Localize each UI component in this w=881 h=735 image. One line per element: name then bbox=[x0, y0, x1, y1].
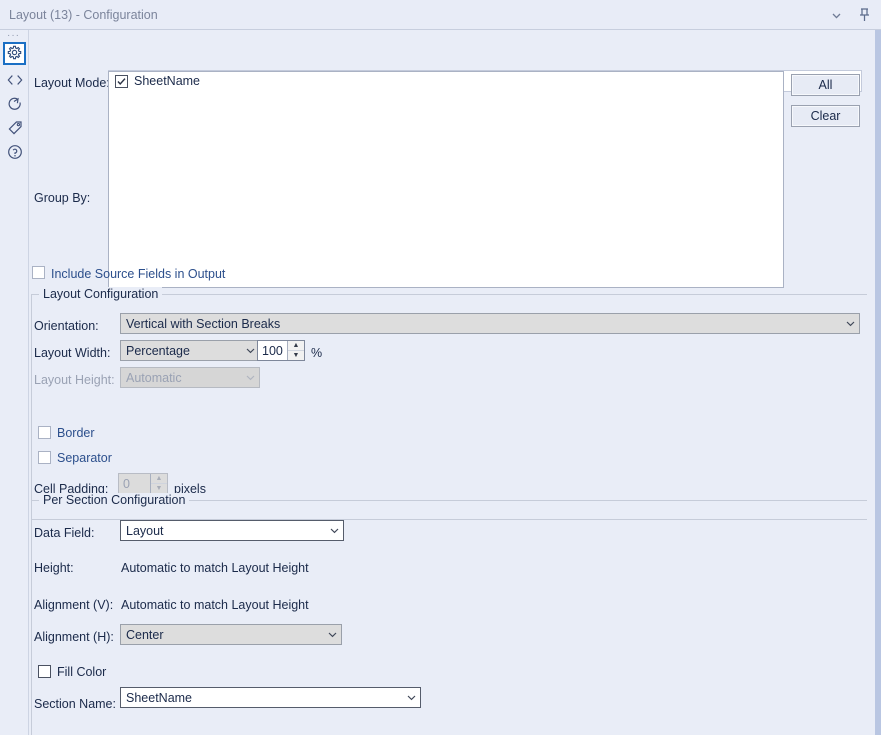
section-name-value: SheetName bbox=[121, 691, 402, 705]
code-icon bbox=[7, 73, 23, 90]
gear-icon bbox=[7, 45, 22, 63]
layout-configuration-title: Layout Configuration bbox=[39, 287, 162, 301]
rail-item-xml-view[interactable] bbox=[3, 70, 26, 93]
layout-height-dropdown: Automatic bbox=[120, 367, 260, 388]
refresh-icon bbox=[7, 96, 23, 115]
alignment-h-dropdown[interactable]: Center bbox=[120, 624, 342, 645]
page-title: Layout (13) - Configuration bbox=[9, 8, 158, 22]
group-left-rule bbox=[31, 294, 32, 520]
tag-icon bbox=[7, 120, 23, 139]
fill-color-checkbox[interactable] bbox=[38, 665, 51, 678]
configuration-panel: Layout Mode: Each Group Of Records Group… bbox=[29, 30, 875, 735]
include-source-fields-label: Include Source Fields in Output bbox=[51, 267, 225, 281]
stepper-up-icon[interactable]: ▲ bbox=[288, 341, 304, 351]
layout-height-label: Layout Height: bbox=[34, 373, 115, 387]
separator-label: Separator bbox=[57, 451, 112, 465]
layout-mode-label: Layout Mode: bbox=[34, 76, 110, 90]
layout-configuration-group: Layout Configuration bbox=[31, 294, 867, 295]
layout-width-value: Percentage bbox=[121, 344, 241, 358]
cell-padding-value: 0 bbox=[119, 474, 150, 493]
layout-width-unit: % bbox=[311, 346, 322, 360]
stepper-down-icon: ▼ bbox=[151, 484, 167, 493]
rail-item-output-refresh[interactable] bbox=[3, 94, 26, 117]
layout-width-stepper[interactable]: 100 ▲ ▼ bbox=[257, 340, 305, 361]
rail-item-annotation[interactable] bbox=[3, 118, 26, 141]
help-icon bbox=[7, 144, 23, 163]
layout-height-value: Automatic bbox=[121, 371, 241, 385]
data-field-value: Layout bbox=[121, 524, 325, 538]
rail-item-help[interactable] bbox=[3, 142, 26, 165]
rail-grip: ··· bbox=[7, 33, 20, 39]
cell-padding-stepper: 0 ▲ ▼ bbox=[118, 473, 168, 494]
group-by-listbox[interactable]: SheetName bbox=[108, 71, 784, 288]
border-label: Border bbox=[57, 426, 95, 440]
data-field-dropdown[interactable]: Layout bbox=[120, 520, 344, 541]
orientation-label: Orientation: bbox=[34, 319, 99, 333]
per-section-configuration-title: Per Section Configuration bbox=[39, 493, 189, 507]
list-item-checkbox[interactable] bbox=[115, 75, 128, 88]
stepper-down-icon[interactable]: ▼ bbox=[288, 351, 304, 360]
height-label: Height: bbox=[34, 561, 74, 575]
border-checkbox[interactable] bbox=[38, 426, 51, 439]
tool-rail: ··· bbox=[0, 30, 29, 735]
group-by-label: Group By: bbox=[34, 191, 90, 205]
per-section-configuration-group: Per Section Configuration bbox=[31, 500, 867, 501]
chevron-down-icon bbox=[323, 629, 341, 640]
height-value: Automatic to match Layout Height bbox=[121, 561, 309, 575]
separator-checkbox[interactable] bbox=[38, 451, 51, 464]
stepper-buttons[interactable]: ▲ ▼ bbox=[287, 341, 304, 360]
data-field-label: Data Field: bbox=[34, 526, 94, 540]
list-item[interactable]: SheetName bbox=[109, 72, 783, 90]
window-right-edge bbox=[875, 30, 881, 735]
alignment-h-value: Center bbox=[121, 628, 323, 642]
chevron-down-icon bbox=[241, 372, 259, 383]
group2-left-rule bbox=[31, 500, 32, 735]
chevron-down-icon bbox=[402, 692, 420, 703]
window-title-bar: Layout (13) - Configuration bbox=[0, 0, 881, 30]
chevron-down-icon[interactable] bbox=[823, 0, 849, 30]
layout-width-label: Layout Width: bbox=[34, 346, 110, 360]
clear-selection-button[interactable]: Clear bbox=[791, 105, 860, 127]
layout-width-dropdown[interactable]: Percentage bbox=[120, 340, 260, 361]
fill-color-label: Fill Color bbox=[57, 665, 106, 679]
section-name-dropdown[interactable]: SheetName bbox=[120, 687, 421, 708]
stepper-buttons: ▲ ▼ bbox=[150, 474, 167, 493]
chevron-down-icon bbox=[841, 318, 859, 329]
chevron-down-icon bbox=[325, 525, 343, 536]
include-source-fields-checkbox[interactable] bbox=[32, 266, 45, 279]
stepper-up-icon: ▲ bbox=[151, 474, 167, 484]
rail-item-configuration[interactable] bbox=[3, 42, 26, 65]
pin-icon[interactable] bbox=[851, 0, 877, 30]
layout-width-number: 100 bbox=[258, 341, 287, 360]
list-item-label: SheetName bbox=[134, 74, 200, 88]
alignment-v-label: Alignment (V): bbox=[34, 598, 113, 612]
section-name-label: Section Name: bbox=[34, 697, 116, 711]
alignment-h-label: Alignment (H): bbox=[34, 630, 114, 644]
orientation-value: Vertical with Section Breaks bbox=[121, 317, 841, 331]
alignment-v-value: Automatic to match Layout Height bbox=[121, 598, 309, 612]
orientation-dropdown[interactable]: Vertical with Section Breaks bbox=[120, 313, 860, 334]
select-all-button[interactable]: All bbox=[791, 74, 860, 96]
